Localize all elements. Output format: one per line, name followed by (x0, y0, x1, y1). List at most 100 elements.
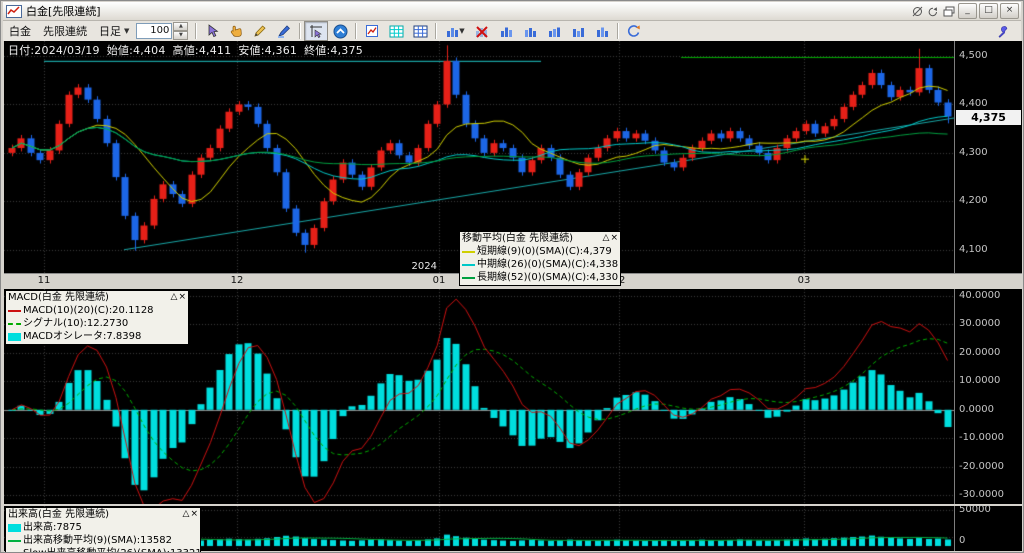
spin-down-icon[interactable]: ▼ (173, 31, 189, 40)
indicator-preset-5-button[interactable] (590, 21, 614, 41)
month-label: 11 (37, 275, 51, 286)
indicator-preset-1-button[interactable] (494, 21, 518, 41)
period-dropdown[interactable]: 日足 ▼ (93, 23, 132, 39)
rotate-icon[interactable] (926, 5, 940, 18)
month-label: 03 (797, 275, 811, 286)
axis-tick-label: 50000 (959, 504, 991, 515)
wrench-settings-icon[interactable] (991, 21, 1015, 41)
close-icon[interactable]: × (190, 508, 198, 521)
ma-legend: 移動平均(白金 先限連続) △ × 短期線(9)(0)(SMA)(C):4,379… (459, 231, 621, 286)
main-plot[interactable]: 日付:2024/03/19 始値:4,404 高値:4,411 安値:4,361 終値:… (4, 41, 954, 286)
collapse-icon[interactable]: △ (603, 232, 610, 245)
macd-plot[interactable]: MACD(白金 先限連続) △ × MACD(10)(20)(C):20.1128… (4, 289, 954, 504)
legend-item: 中期線(26)(0)(SMA)(C):4,338 (462, 258, 618, 271)
close-icon[interactable]: × (610, 232, 618, 245)
spin-up-icon[interactable]: ▲ (173, 22, 189, 31)
maximize-button[interactable]: □ (979, 3, 998, 19)
collapse-icon[interactable]: △ (183, 508, 190, 521)
hand-tool-button[interactable] (224, 21, 248, 41)
axis-tick-label: 0 (959, 535, 966, 546)
bar-count-stepper[interactable]: 100 ▲ ▼ (136, 22, 189, 40)
symbol-label: 白金 (9, 25, 31, 38)
indicator-preset-2-button[interactable] (518, 21, 542, 41)
legend-label: シグナル(10):12.2730 (23, 318, 129, 329)
legend-item: 短期線(9)(0)(SMA)(C):4,379 (462, 245, 618, 258)
chart-window: 白金[先限連続] _ □ × 白金 先限連続 日足 ▼ 100 ▲ ▼ ▼ 日付… (0, 0, 1024, 553)
chart-settings-button[interactable] (360, 21, 384, 41)
axis-tick-label: 40.0000 (959, 289, 1001, 301)
bar-count-value[interactable]: 100 (136, 23, 173, 39)
legend-swatch (462, 276, 475, 279)
main-price-axis[interactable]: 4,500 4,400 4,300 4,200 4,100 4,375 (954, 41, 1022, 273)
info-open: 始値:4,404 (106, 44, 166, 57)
minimize-button[interactable]: _ (958, 3, 977, 19)
volume-axis[interactable]: 50000 0 (954, 504, 1022, 551)
indicator-preset-4-button[interactable] (566, 21, 590, 41)
crosshair-tool-button[interactable] (304, 21, 329, 41)
legend-label: 出来高移動平均(9)(SMA):13582 (23, 535, 172, 546)
legend-label: MACDオシレータ:7.8398 (23, 331, 142, 342)
marker-tool-button[interactable] (272, 21, 296, 41)
legend-item: MACDオシレータ:7.8398 (8, 330, 186, 343)
legend-swatch (8, 332, 21, 341)
macd-pane[interactable]: MACD(白金 先限連続) △ × MACD(10)(20)(C):20.1128… (4, 289, 1022, 504)
refresh-button[interactable] (622, 21, 646, 41)
info-date: 日付:2024/03/19 (8, 44, 100, 57)
grid-table-blue-button[interactable] (408, 21, 432, 41)
close-icon[interactable]: × (178, 291, 186, 304)
chevron-down-icon: ▼ (124, 27, 130, 35)
legend-swatch (462, 263, 475, 266)
axis-tick-label: 0.0000 (959, 403, 994, 415)
chart-app-icon (6, 4, 22, 18)
pencil-tool-button[interactable] (248, 21, 272, 41)
legend-swatch (462, 250, 475, 253)
close-button[interactable]: × (1000, 3, 1019, 19)
axis-tick-label: 10.0000 (959, 375, 1001, 387)
window-title: 白金[先限連続] (26, 5, 101, 18)
axis-tick-label: 4,100 (959, 243, 988, 255)
volume-plot[interactable]: 出来高(白金 先限連続) △ × 出来高:7875 出来高移動平均(9)(SMA):… (4, 506, 954, 552)
axis-tick-label: -20.0000 (959, 460, 1004, 472)
last-price-badge: 4,375 (956, 109, 1021, 125)
ma-legend-title: 移動平均(白金 先限連続) (462, 233, 573, 244)
legend-swatch (8, 309, 21, 312)
toolbar: 白金 先限連続 日足 ▼ 100 ▲ ▼ ▼ (3, 21, 1021, 41)
indicator-preset-3-button[interactable] (542, 21, 566, 41)
info-low: 安値:4,361 (238, 44, 298, 57)
volume-legend-title: 出来高(白金 先限連続) (8, 509, 109, 520)
legend-label: 出来高:7875 (23, 522, 82, 533)
cascade-windows-icon[interactable] (942, 5, 956, 18)
month-label: 01 (432, 275, 446, 286)
indicator-type-dropdown[interactable]: ▼ (440, 21, 470, 41)
volume-pane[interactable]: 出来高(白金 先限連続) △ × 出来高:7875 出来高移動平均(9)(SMA):… (4, 504, 1022, 552)
attach-icon[interactable] (910, 5, 924, 18)
legend-label: 長期線(52)(0)(SMA)(C):4,330 (477, 272, 619, 283)
axis-tick-label: 4,400 (959, 98, 988, 110)
chevron-down-icon: ▼ (459, 27, 465, 35)
remove-indicator-button[interactable] (470, 21, 494, 41)
collapse-icon[interactable]: △ (171, 291, 178, 304)
info-high: 高値:4,411 (172, 44, 232, 57)
macd-axis[interactable]: 40.0000 30.0000 20.0000 10.0000 0.0000 -10.00… (954, 289, 1022, 504)
axis-tick-label: 30.0000 (959, 318, 1001, 330)
axis-tick-label: -10.0000 (959, 432, 1004, 444)
legend-label: Slow出来高移動平均(26)(SMA):13321 (23, 547, 202, 552)
legend-label: 短期線(9)(0)(SMA)(C):4,379 (477, 246, 612, 257)
cursor-tool-button[interactable] (200, 21, 224, 41)
axis-tick-label: 4,500 (959, 50, 988, 61)
grid-table-cyan-button[interactable] (384, 21, 408, 41)
macd-legend: MACD(白金 先限連続) △ × MACD(10)(20)(C):20.1128… (5, 290, 189, 345)
legend-label: MACD(10)(20)(C):20.1128 (23, 305, 154, 316)
scroll-up-button[interactable] (328, 21, 352, 41)
legend-item: 長期線(52)(0)(SMA)(C):4,330 (462, 271, 618, 284)
main-chart-pane[interactable]: 日付:2024/03/19 始値:4,404 高値:4,411 安値:4,361 終値:… (4, 41, 1022, 286)
axis-tick-label: -30.0000 (959, 489, 1004, 501)
legend-swatch (8, 322, 21, 325)
volume-legend: 出来高(白金 先限連続) △ × 出来高:7875 出来高移動平均(9)(SMA):… (5, 507, 202, 552)
legend-item: MACD(10)(20)(C):20.1128 (8, 304, 186, 317)
info-close: 終値:4,375 (304, 44, 363, 57)
title-bar: 白金[先限連続] _ □ × (3, 2, 1021, 21)
axis-tick-label: 4,300 (959, 146, 988, 158)
legend-item: シグナル(10):12.2730 (8, 317, 186, 330)
macd-legend-title: MACD(白金 先限連続) (8, 292, 109, 303)
